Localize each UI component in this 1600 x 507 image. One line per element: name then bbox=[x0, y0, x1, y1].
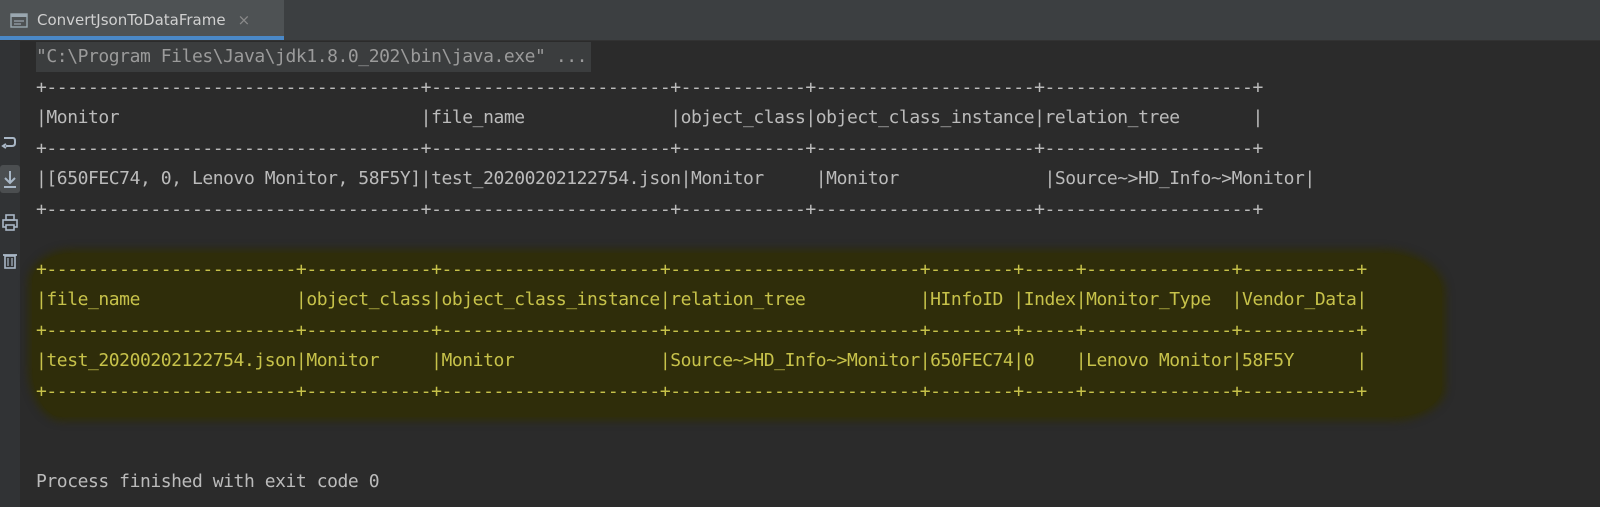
table1-border-middle: +------------------------------------+--… bbox=[36, 138, 1263, 159]
table1-row: |[650FEC74, 0, Lenovo Monitor, 58F5Y]|te… bbox=[36, 168, 1315, 189]
java-command-line: "C:\Program Files\Java\jdk1.8.0_202\bin\… bbox=[36, 42, 592, 72]
table2-border-top: +------------------------+------------+-… bbox=[36, 259, 1367, 280]
exit-message: Process finished with exit code 0 bbox=[36, 471, 380, 492]
table2-header: |file_name |object_class|object_class_in… bbox=[36, 289, 1367, 310]
active-tab-indicator bbox=[0, 36, 284, 40]
tab-title: ConvertJsonToDataFrame bbox=[37, 11, 226, 29]
console-window-icon bbox=[10, 12, 28, 28]
trash-icon[interactable] bbox=[0, 247, 20, 275]
table2-border-bottom: +------------------------+------------+-… bbox=[36, 381, 1367, 402]
rerun-icon[interactable] bbox=[0, 129, 20, 157]
print-icon[interactable] bbox=[0, 209, 20, 237]
table1-header: |Monitor |file_name |object_class|object… bbox=[36, 107, 1263, 128]
console-toolbar bbox=[0, 41, 21, 507]
close-icon[interactable]: × bbox=[238, 11, 251, 29]
ide-window: ConvertJsonToDataFrame × "C:\Program Fil bbox=[0, 0, 1600, 507]
scroll-to-end-icon[interactable] bbox=[0, 165, 20, 193]
table1-border-top: +------------------------------------+--… bbox=[36, 77, 1263, 98]
tab-convert-json-to-dataframe[interactable]: ConvertJsonToDataFrame × bbox=[0, 0, 284, 40]
table2-border-middle: +------------------------+------------+-… bbox=[36, 320, 1367, 341]
table2-row: |test_20200202122754.json|Monitor |Monit… bbox=[36, 350, 1367, 371]
run-tab-bar: ConvertJsonToDataFrame × bbox=[0, 0, 1600, 41]
table1-border-bottom: +------------------------------------+--… bbox=[36, 199, 1263, 220]
console-output[interactable]: "C:\Program Files\Java\jdk1.8.0_202\bin\… bbox=[20, 41, 1600, 507]
